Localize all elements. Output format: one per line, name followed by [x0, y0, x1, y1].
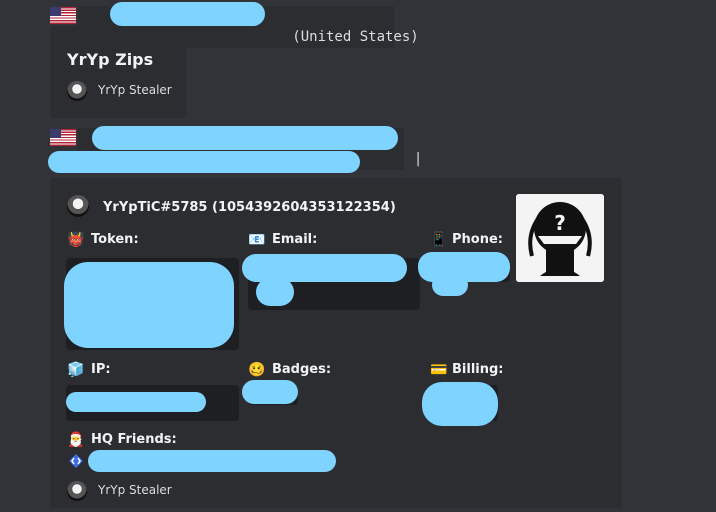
token-label: Token:: [91, 232, 139, 247]
us-flag-icon: [50, 7, 76, 24]
svg-text:?: ?: [554, 211, 566, 235]
anonymous-mask-icon: ?: [516, 194, 604, 282]
redaction: [66, 392, 206, 412]
phone-label: Phone:: [452, 232, 503, 247]
redaction: [64, 262, 234, 348]
footer-avatar-icon: [67, 481, 87, 501]
footer-avatar-icon: [67, 81, 87, 101]
code-line-end: |: [413, 151, 423, 167]
email-label: Email:: [272, 232, 318, 247]
ip-emoji-icon: 🧊: [67, 362, 85, 378]
embed-title: YrYp Zips: [67, 50, 154, 69]
footer-text: YrYp Stealer: [98, 83, 172, 97]
phone-emoji-icon: 📱: [430, 232, 448, 248]
token-emoji-icon: 👹: [67, 232, 85, 248]
author-avatar-icon: [67, 195, 89, 217]
hq-emoji-icon: 🎅: [67, 432, 85, 448]
redaction: [432, 274, 468, 296]
email-emoji-icon: 📧: [248, 232, 266, 248]
redaction: [92, 126, 398, 150]
redaction: [88, 450, 336, 472]
redaction: [110, 2, 265, 26]
badges-label: Badges:: [272, 362, 332, 377]
hypesquad-badge-icon: [68, 453, 84, 469]
redaction: [242, 380, 298, 404]
badges-emoji-icon: 🥴: [248, 362, 266, 378]
embed-author: YrYpTiC#5785 (1054392604353122354): [103, 200, 396, 215]
us-flag-icon: [50, 129, 76, 146]
redaction: [48, 151, 360, 173]
billing-emoji-icon: 💳: [430, 362, 448, 378]
footer-text: YrYp Stealer: [98, 483, 172, 497]
embed-card: [50, 26, 186, 118]
country-text: (United States): [283, 29, 419, 45]
ip-label: IP:: [91, 362, 111, 377]
redaction: [422, 382, 498, 426]
billing-label: Billing:: [452, 362, 504, 377]
hq-friends-label: HQ Friends:: [91, 432, 177, 447]
redaction: [256, 278, 294, 306]
